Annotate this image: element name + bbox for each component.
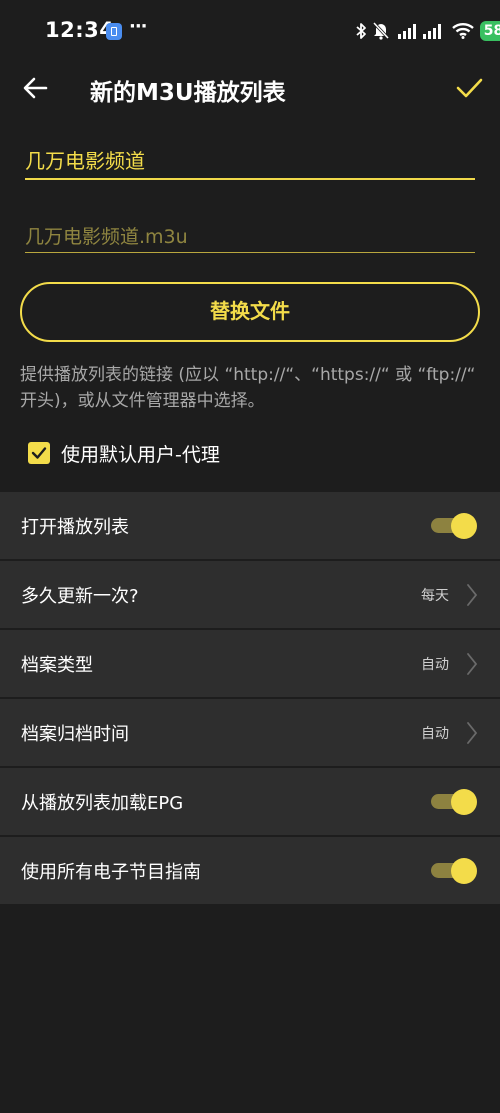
signal-icon bbox=[398, 24, 416, 39]
check-icon bbox=[31, 447, 47, 459]
wifi-icon bbox=[452, 23, 474, 39]
setting-update-frequency[interactable]: 多久更新一次? 每天 bbox=[0, 561, 500, 630]
setting-load-epg[interactable]: 从播放列表加载EPG bbox=[0, 768, 500, 837]
chevron-right-icon bbox=[467, 584, 478, 606]
setting-archive-type[interactable]: 档案类型 自动 bbox=[0, 630, 500, 699]
status-icons: 58 bbox=[280, 0, 500, 64]
playlist-name-field[interactable]: 几万电影频道 bbox=[25, 140, 475, 180]
setting-value: 自动 bbox=[421, 726, 449, 742]
playlist-file-field[interactable]: 几万电影频道.m3u bbox=[25, 218, 475, 253]
replace-file-button[interactable]: 替换文件 bbox=[20, 282, 480, 342]
setting-label: 档案归档时间 bbox=[21, 724, 129, 745]
status-bar: 12:34 ··· 58 bbox=[0, 0, 500, 64]
more-notifications-icon: ··· bbox=[129, 16, 147, 37]
load-epg-toggle[interactable] bbox=[431, 789, 477, 815]
setting-use-all-epg[interactable]: 使用所有电子节目指南 bbox=[0, 837, 500, 906]
page-title: 新的M3U播放列表 bbox=[90, 80, 286, 106]
settings-list: 打开播放列表 多久更新一次? 每天 档案类型 自动 档案归档时间 自动 从播放列… bbox=[0, 492, 500, 906]
use-default-agent-checkbox-row[interactable]: 使用默认用户-代理 bbox=[28, 438, 328, 468]
use-all-epg-toggle[interactable] bbox=[431, 858, 477, 884]
setting-label: 从播放列表加载EPG bbox=[21, 793, 184, 814]
setting-value: 每天 bbox=[421, 588, 449, 604]
signal-icon bbox=[423, 24, 441, 39]
chevron-right-icon bbox=[467, 653, 478, 675]
use-default-agent-checkbox[interactable] bbox=[28, 442, 50, 464]
setting-label: 档案类型 bbox=[21, 655, 93, 676]
chevron-right-icon bbox=[467, 722, 478, 744]
open-playlist-toggle[interactable] bbox=[431, 513, 477, 539]
playlist-name-value[interactable]: 几万电影频道 bbox=[25, 145, 145, 174]
battery-level: 58 bbox=[483, 23, 500, 39]
setting-label: 打开播放列表 bbox=[21, 517, 129, 538]
use-default-agent-label: 使用默认用户-代理 bbox=[61, 444, 220, 466]
app-bar: 新的M3U播放列表 bbox=[0, 64, 500, 114]
setting-value: 自动 bbox=[421, 657, 449, 673]
battery-icon: 58 bbox=[480, 21, 500, 41]
mute-icon bbox=[372, 21, 390, 40]
setting-open-playlist[interactable]: 打开播放列表 bbox=[0, 492, 500, 561]
app-badge-icon bbox=[106, 23, 122, 40]
arrow-left-icon[interactable] bbox=[22, 74, 50, 102]
bluetooth-icon bbox=[356, 23, 366, 39]
setting-label: 多久更新一次? bbox=[21, 586, 139, 607]
status-time: 12:34 bbox=[45, 18, 115, 42]
setting-label: 使用所有电子节目指南 bbox=[21, 862, 201, 883]
check-icon[interactable] bbox=[454, 74, 484, 102]
setting-archive-time[interactable]: 档案归档时间 自动 bbox=[0, 699, 500, 768]
playlist-file-value[interactable]: 几万电影频道.m3u bbox=[25, 222, 188, 249]
playlist-hint-text: 提供播放列表的链接 (应以 “http://“、“https://“ 或 “ft… bbox=[20, 365, 476, 411]
